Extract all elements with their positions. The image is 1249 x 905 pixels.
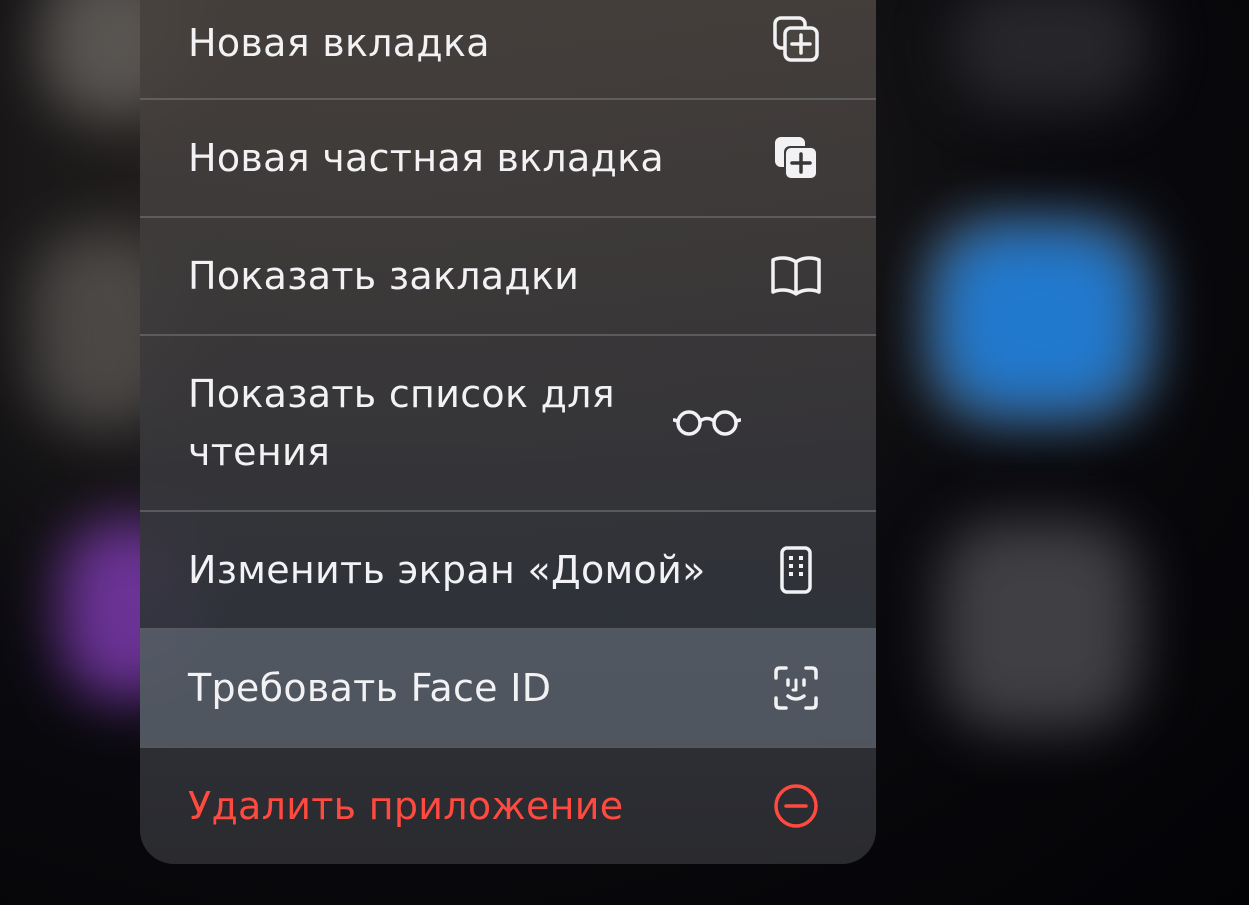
menu-item-new-tab[interactable]: Новая вкладка bbox=[140, 0, 876, 98]
context-menu: Новая вкладка Новая частная вкладка Пока… bbox=[140, 0, 876, 864]
menu-item-edit-home-screen[interactable]: Изменить экран «Домой» bbox=[140, 512, 876, 628]
blurred-app-icon bbox=[940, 520, 1140, 730]
menu-item-label: Новая частная вкладка bbox=[188, 136, 665, 180]
menu-item-label: Требовать Face ID bbox=[188, 666, 552, 710]
menu-item-label: Удалить приложение bbox=[188, 784, 624, 828]
menu-item-label: Изменить экран «Домой» bbox=[188, 548, 706, 592]
menu-item-show-bookmarks[interactable]: Показать закладки bbox=[140, 218, 876, 334]
home-screen-background: Новая вкладка Новая частная вкладка Пока… bbox=[0, 0, 1249, 905]
minus-circle-icon bbox=[764, 774, 828, 838]
menu-item-label: Показать список для чтения bbox=[188, 372, 615, 474]
menu-item-new-private-tab[interactable]: Новая частная вкладка bbox=[140, 100, 876, 216]
phone-apps-icon bbox=[764, 538, 828, 602]
blurred-app-icon bbox=[950, 0, 1150, 110]
menu-item-require-face-id[interactable]: Требовать Face ID bbox=[140, 630, 876, 746]
face-id-icon bbox=[764, 656, 828, 720]
menu-item-delete-app[interactable]: Удалить приложение bbox=[140, 748, 876, 864]
new-tab-icon bbox=[764, 7, 828, 71]
book-icon bbox=[764, 244, 828, 308]
menu-item-label: Показать закладки bbox=[188, 254, 580, 298]
glasses-icon bbox=[670, 391, 744, 455]
new-private-tab-icon bbox=[764, 126, 828, 190]
menu-item-label: Новая вкладка bbox=[188, 21, 490, 65]
menu-item-show-reading-list[interactable]: Показать список для чтения bbox=[140, 336, 876, 510]
blurred-app-icon bbox=[940, 230, 1140, 410]
